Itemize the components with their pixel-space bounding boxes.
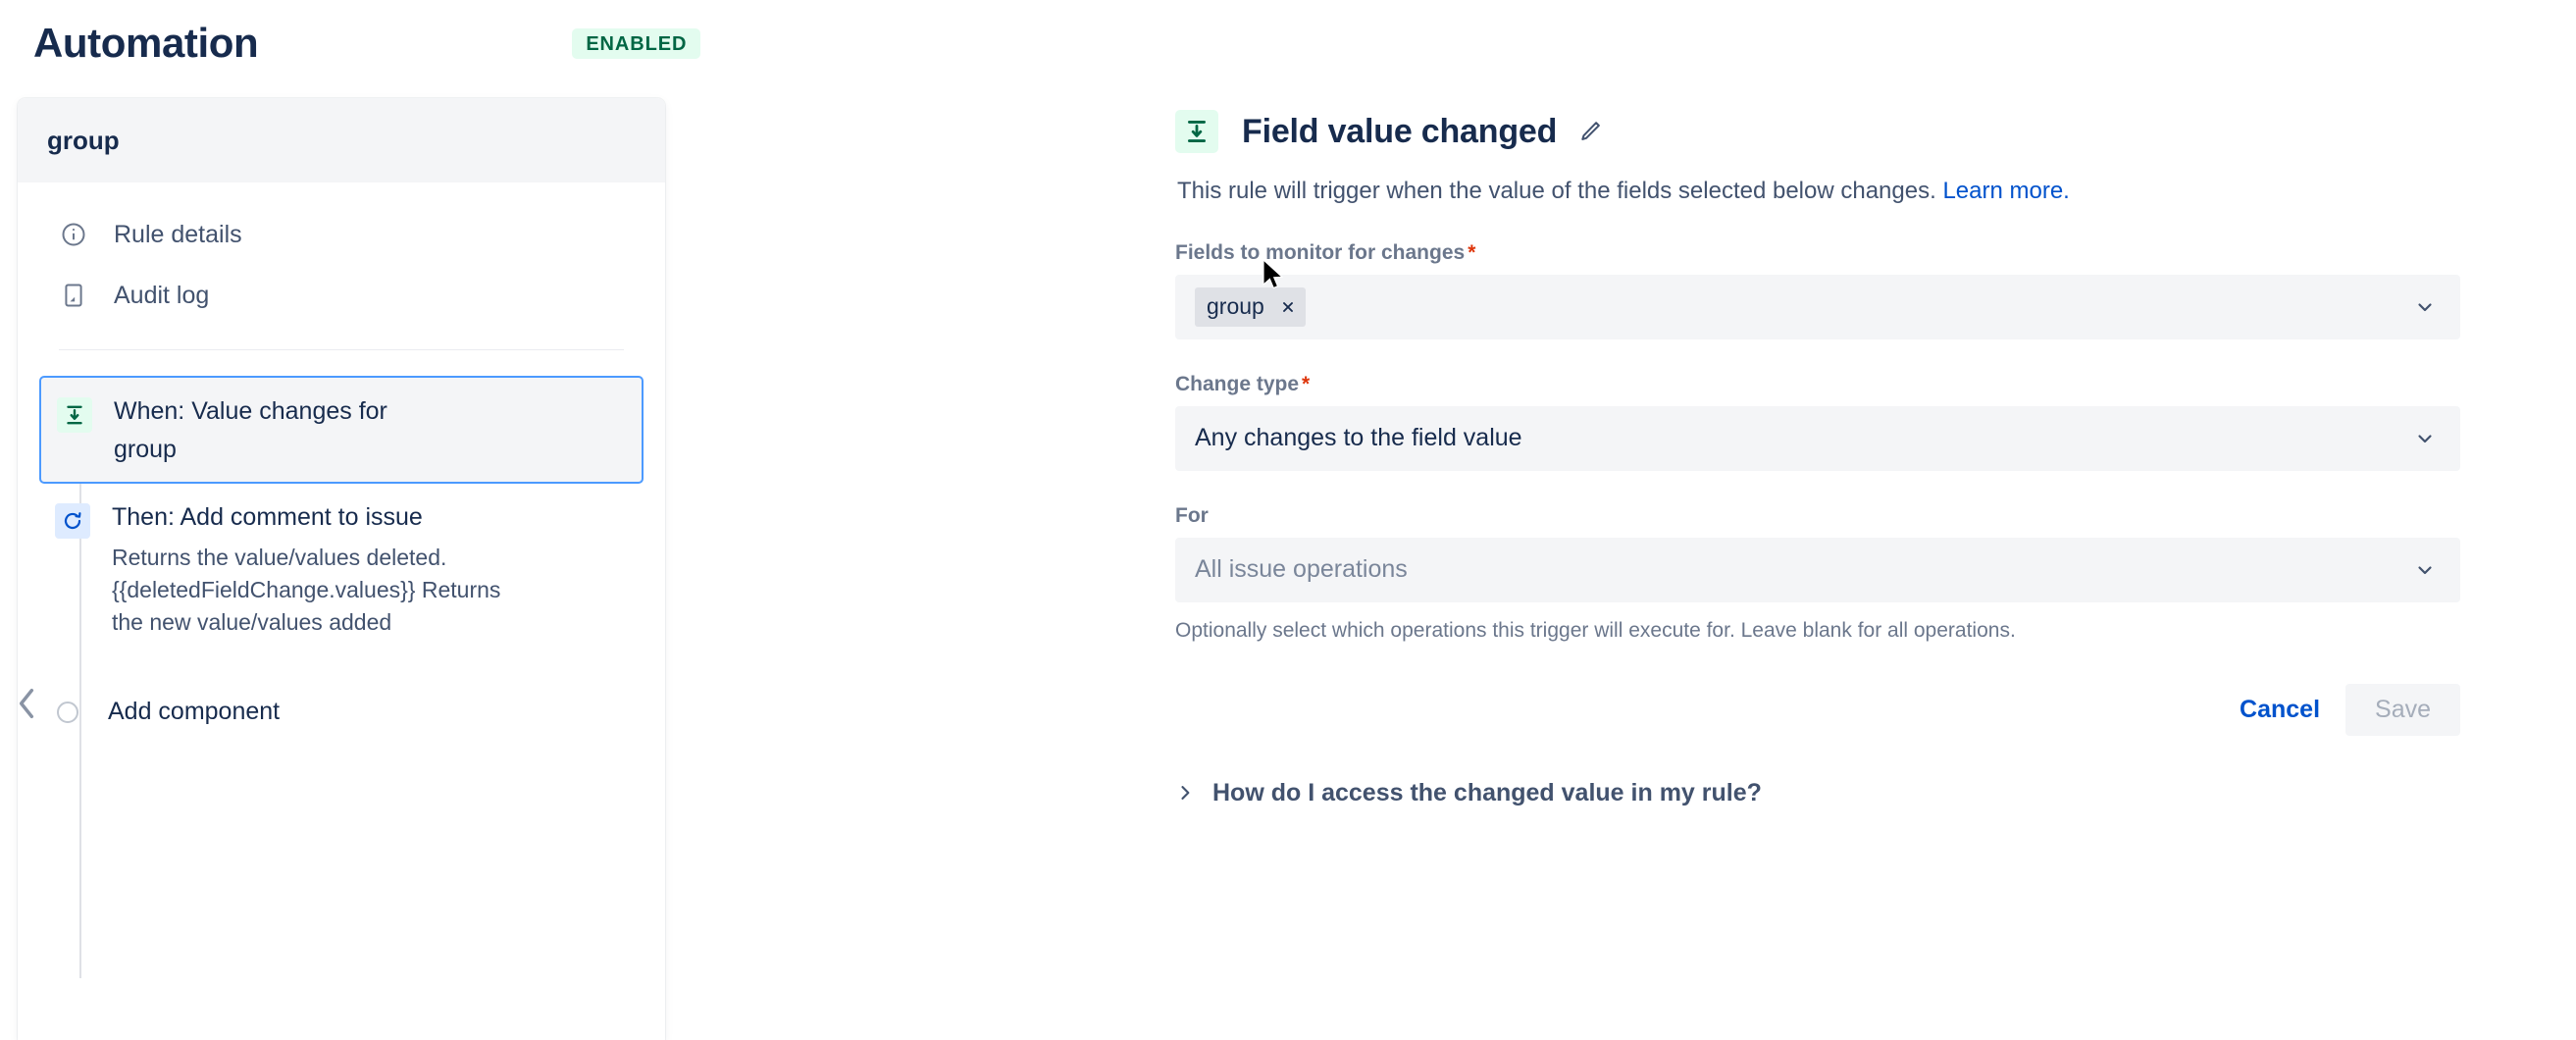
- field-value-changed-icon: [57, 397, 92, 433]
- required-marker: *: [1302, 372, 1311, 395]
- rule-panel-title: group: [47, 125, 120, 155]
- fields-to-monitor-label: Fields to monitor for changes *: [1175, 241, 2460, 265]
- cancel-button[interactable]: Cancel: [2224, 684, 2336, 736]
- field-chip: group: [1195, 286, 1306, 327]
- chevron-down-icon: [2413, 427, 2437, 450]
- field-chip-label: group: [1207, 293, 1264, 320]
- rule-flow: When: Value changes for group Then: Add …: [18, 350, 665, 978]
- flow-trigger-title: When: Value changes for: [114, 397, 387, 425]
- detail-description: This rule will trigger when the value of…: [1177, 175, 2460, 208]
- rule-panel-header: group: [18, 98, 665, 182]
- fields-to-monitor-chips: group: [1195, 286, 2413, 327]
- for-group: For All issue operations Optionally sele…: [1175, 504, 2460, 645]
- rule-nav-list: Rule details Audit log: [18, 182, 665, 336]
- help-expander-label: How do I access the changed value in my …: [1212, 778, 1762, 806]
- pencil-icon[interactable]: [1576, 118, 1604, 145]
- chevron-down-icon: [2413, 558, 2437, 582]
- change-type-group: Change type * Any changes to the field va…: [1175, 373, 2460, 471]
- fields-to-monitor-label-text: Fields to monitor for changes: [1175, 240, 1466, 264]
- fields-to-monitor-group: Fields to monitor for changes * group: [1175, 241, 2460, 339]
- change-type-label: Change type *: [1175, 373, 2460, 396]
- page-header: Automation ENABLED: [0, 0, 2576, 86]
- refresh-icon: [55, 503, 90, 539]
- sidebar-item-label: Audit log: [114, 281, 210, 309]
- detail-header: Field value changed: [1175, 110, 2460, 153]
- rule-panel-body: Rule details Audit log When: Value chang…: [18, 182, 665, 1040]
- sidebar-collapse-button[interactable]: [6, 677, 47, 734]
- chevron-right-icon: [1175, 783, 1195, 803]
- change-type-label-text: Change type: [1175, 372, 1300, 395]
- fields-to-monitor-select[interactable]: group: [1175, 274, 2460, 339]
- learn-more-link[interactable]: Learn more.: [1942, 178, 2069, 204]
- flow-node-action[interactable]: Then: Add comment to issue Returns the v…: [18, 484, 665, 654]
- save-button[interactable]: Save: [2345, 683, 2460, 736]
- change-type-select[interactable]: Any changes to the field value: [1175, 405, 2460, 471]
- detail-description-text: This rule will trigger when the value of…: [1177, 178, 1936, 204]
- help-expander[interactable]: How do I access the changed value in my …: [1175, 779, 2460, 807]
- trigger-detail-pane: Field value changed This rule will trigg…: [1175, 110, 2460, 807]
- sidebar-item-audit-log[interactable]: Audit log: [18, 265, 665, 326]
- status-badge: ENABLED: [572, 27, 701, 59]
- flow-node-trigger[interactable]: When: Value changes for group: [39, 376, 644, 484]
- for-placeholder: All issue operations: [1195, 555, 1408, 584]
- detail-title: Field value changed: [1242, 112, 1558, 150]
- sidebar-item-label: Rule details: [114, 220, 242, 248]
- flow-action-title: Then: Add comment to issue: [112, 503, 423, 531]
- for-label: For: [1175, 503, 1209, 527]
- sidebar-item-rule-details[interactable]: Rule details: [18, 204, 665, 265]
- flow-action-description: Returns the value/values deleted. {{dele…: [112, 545, 501, 636]
- document-icon: [59, 281, 88, 310]
- flow-trigger-subtitle: group: [114, 436, 177, 463]
- for-helper-text: Optionally select which operations this …: [1175, 618, 2016, 642]
- add-component-dot-icon: [57, 701, 78, 723]
- rule-panel: group Rule details Audit log When: Value…: [18, 98, 665, 1040]
- form-actions: Cancel Save: [1175, 683, 2460, 736]
- info-circle-icon: [59, 220, 88, 249]
- change-type-value: Any changes to the field value: [1195, 424, 1522, 452]
- for-select[interactable]: All issue operations: [1175, 537, 2460, 602]
- page-title: Automation: [33, 20, 259, 66]
- chevron-down-icon: [2413, 295, 2437, 319]
- field-value-changed-icon: [1175, 110, 1218, 153]
- required-marker: *: [1468, 240, 1476, 264]
- add-component-button[interactable]: Add component: [18, 698, 665, 726]
- chevron-left-icon: [11, 682, 42, 730]
- add-component-label: Add component: [108, 698, 281, 726]
- close-icon[interactable]: [1276, 295, 1300, 319]
